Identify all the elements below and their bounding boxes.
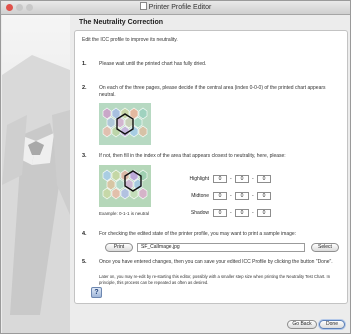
shadow-field-1[interactable]: 0 bbox=[213, 209, 227, 217]
sample-image-path-field[interactable]: SF_CalImage.jpg bbox=[137, 243, 305, 252]
example-chart-image bbox=[99, 165, 151, 212]
shadow-field-2[interactable]: 0 bbox=[235, 209, 249, 217]
window-title-text: Printer Profile Editor bbox=[148, 4, 212, 11]
intro-text: Edit the ICC profile to improve its neut… bbox=[82, 37, 178, 43]
separator: - bbox=[230, 210, 232, 216]
step-number: 4. bbox=[82, 231, 87, 237]
neutrality-chart-image bbox=[99, 103, 151, 150]
document-icon bbox=[139, 2, 147, 10]
help-button[interactable]: ? bbox=[91, 287, 102, 298]
highlight-field-2[interactable]: 0 bbox=[235, 175, 249, 183]
step-text: If not, then fill in the index of the ar… bbox=[99, 153, 286, 159]
title-bar: Printer Profile Editor bbox=[1, 1, 350, 15]
separator: - bbox=[252, 210, 254, 216]
step-text: On each of the three pages, please decid… bbox=[99, 85, 326, 98]
midtone-field-2[interactable]: 0 bbox=[235, 192, 249, 200]
separator: - bbox=[230, 193, 232, 199]
separator: - bbox=[230, 176, 232, 182]
highlight-label: Highlight bbox=[189, 176, 209, 182]
done-button[interactable]: Done bbox=[319, 320, 345, 329]
content-panel: Edit the ICC profile to improve its neut… bbox=[74, 30, 348, 304]
select-button[interactable]: Select bbox=[311, 243, 339, 252]
shadow-field-3[interactable]: 0 bbox=[257, 209, 271, 217]
midtone-field-3[interactable]: 0 bbox=[257, 192, 271, 200]
window-title: Printer Profile Editor bbox=[1, 2, 350, 11]
step-text: For checking the edited state of the pri… bbox=[99, 231, 297, 237]
print-button[interactable]: Print bbox=[105, 243, 133, 252]
go-back-button[interactable]: Go Back bbox=[287, 320, 317, 329]
highlight-field-3[interactable]: 0 bbox=[257, 175, 271, 183]
step-number: 3. bbox=[82, 153, 87, 159]
tuxedo-illustration bbox=[2, 15, 70, 333]
step-number: 5. bbox=[82, 259, 87, 265]
separator: - bbox=[252, 193, 254, 199]
re-edit-note: Later on, you may re-edit by re-starting… bbox=[99, 274, 331, 285]
highlight-field-1[interactable]: 0 bbox=[213, 175, 227, 183]
help-icon: ? bbox=[94, 289, 99, 296]
midtone-label: Midtone bbox=[191, 193, 209, 199]
separator: - bbox=[252, 176, 254, 182]
step-number: 2. bbox=[82, 85, 87, 91]
example-caption: Example: 0-1-1 is neutral bbox=[99, 211, 150, 216]
page-title: The Neutrality Correction bbox=[79, 19, 164, 26]
shadow-label: Shadow bbox=[190, 210, 209, 216]
step-text: Please wait until the printed chart has … bbox=[99, 61, 207, 67]
step-number: 1. bbox=[82, 61, 87, 67]
step-text: Once you have entered changes, then you … bbox=[99, 259, 333, 265]
printer-profile-editor-window: Printer Profile Editor The Neutrality Co… bbox=[0, 0, 351, 334]
midtone-field-1[interactable]: 0 bbox=[213, 192, 227, 200]
